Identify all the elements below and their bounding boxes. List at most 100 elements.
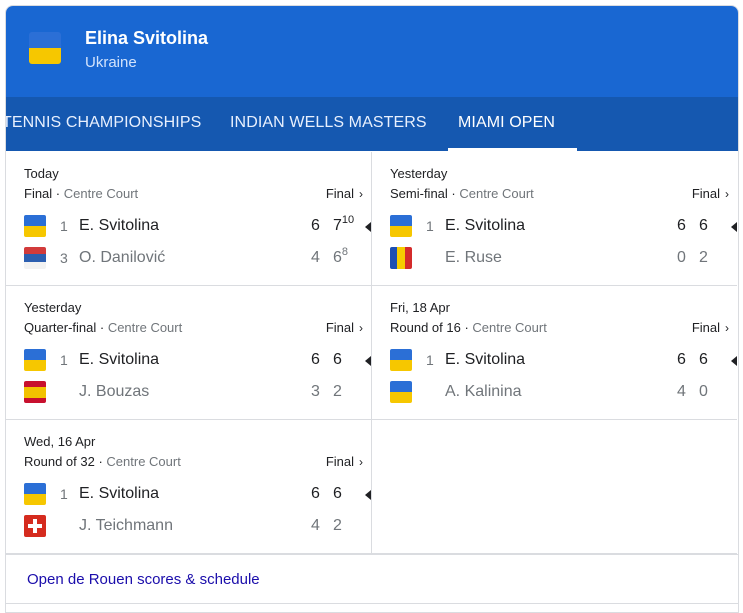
player-name: E. Svitolina	[445, 217, 526, 234]
set-score: 2	[333, 383, 342, 400]
player-name: J. Teichmann	[79, 517, 173, 534]
player-row-winner: 1 E. Svitolina 6 6	[390, 215, 737, 239]
court-label: Centre Court	[472, 320, 547, 335]
set-score: 6	[311, 217, 320, 234]
ukraine-flag-icon	[390, 215, 412, 237]
chevron-right-icon: ›	[725, 321, 729, 335]
match-round: Round of 16 · Centre Court	[390, 320, 547, 335]
match-card[interactable]: Wed, 16 Apr Round of 32 · Centre Court F…	[6, 420, 371, 554]
match-status[interactable]: Final ›	[326, 454, 363, 469]
tab-indian-wells-masters[interactable]: INDIAN WELLS MASTERS	[230, 97, 427, 151]
tab-label: INDIAN WELLS MASTERS	[230, 114, 427, 131]
court-label: Centre Court	[107, 320, 183, 335]
round-label: Round of 16	[390, 320, 461, 335]
court-label: Centre Court	[459, 186, 534, 201]
set-score: 6	[699, 217, 708, 234]
set-score: 6	[333, 351, 342, 368]
tab-label: TENNIS CHAMPIONSHIPS	[6, 114, 202, 131]
set-score: 6	[311, 351, 320, 368]
player-row-winner: 1 E. Svitolina 6 710	[24, 214, 371, 239]
set-score: 0	[677, 249, 686, 266]
player-row-winner: 1 E. Svitolina 6 6	[390, 349, 737, 373]
player-name: E. Svitolina	[79, 485, 160, 502]
switzerland-flag-icon	[24, 515, 46, 537]
match-card[interactable]: Yesterday Semi-final · Centre Court Fina…	[371, 152, 737, 286]
status-label: Final	[325, 454, 354, 469]
set-score: 68	[333, 246, 349, 267]
match-status[interactable]: Final ›	[692, 320, 729, 335]
match-round: Final · Centre Court	[24, 186, 139, 201]
set-score: 4	[311, 249, 320, 266]
status-label: Final	[325, 320, 354, 335]
player-name: J. Bouzas	[79, 383, 150, 400]
chevron-right-icon: ›	[359, 455, 363, 469]
player-card: Elina Svitolina Ukraine TENNIS CHAMPIONS…	[5, 5, 739, 613]
tiebreak-score: 10	[341, 214, 355, 226]
ukraine-flag-icon	[390, 349, 412, 371]
match-date: Fri, 18 Apr	[390, 300, 450, 315]
round-label: Semi-final	[390, 186, 448, 201]
player-name: E. Ruse	[445, 249, 502, 266]
chevron-right-icon: ›	[359, 187, 363, 201]
winner-arrow-icon	[731, 222, 737, 232]
court-label: Centre Court	[63, 186, 139, 201]
set-score: 4	[677, 383, 686, 400]
match-round: Quarter-final · Centre Court	[24, 320, 183, 335]
winner-arrow-icon	[731, 356, 737, 366]
player-row-loser: E. Ruse 0 2	[390, 247, 730, 271]
set-score: 6	[699, 351, 708, 368]
seed: 1	[426, 218, 434, 234]
match-status[interactable]: Final ›	[326, 186, 363, 201]
player-country: Ukraine	[85, 54, 137, 71]
tab-tennis-championships[interactable]: TENNIS CHAMPIONSHIPS	[6, 97, 201, 151]
match-status[interactable]: Final ›	[326, 320, 363, 335]
seed: 3	[60, 250, 68, 266]
ukraine-flag-icon	[390, 381, 412, 403]
set-score: 0	[699, 383, 708, 400]
match-card[interactable]: Yesterday Quarter-final · Centre Court F…	[6, 286, 371, 420]
set-score: 2	[699, 249, 708, 266]
court-label: Centre Court	[106, 454, 181, 469]
ukraine-flag-icon	[24, 349, 46, 371]
player-row-loser: J. Bouzas 3 2	[24, 381, 364, 405]
player-name: E. Svitolina	[445, 351, 526, 368]
player-name: E. Svitolina	[79, 351, 160, 368]
set-score: 6	[333, 485, 342, 502]
set-score: 4	[311, 517, 320, 534]
player-row-loser: A. Kalinina 4 0	[390, 381, 730, 405]
set-score: 6	[311, 485, 320, 502]
round-label: Final	[24, 186, 53, 201]
serbia-flag-icon	[24, 247, 46, 269]
round-label: Quarter-final	[24, 320, 97, 335]
player-name: E. Svitolina	[79, 217, 160, 234]
match-status[interactable]: Final ›	[692, 186, 729, 201]
match-card[interactable]: Fri, 18 Apr Round of 16 · Centre Court F…	[371, 286, 737, 420]
seed: 1	[426, 352, 434, 368]
chevron-right-icon: ›	[725, 187, 729, 201]
tab-label: MIAMI OPEN	[458, 114, 556, 131]
tab-miami-open[interactable]: MIAMI OPEN	[448, 97, 578, 151]
set-score-main: 6	[333, 249, 342, 266]
player-name: A. Kalinina	[445, 383, 522, 400]
set-score: 3	[311, 383, 320, 400]
seed: 1	[60, 486, 68, 502]
seed: 1	[60, 352, 68, 368]
match-round: Semi-final · Centre Court	[390, 186, 534, 201]
player-name: O. Danilović	[79, 249, 166, 266]
set-score: 6	[677, 351, 686, 368]
spain-flag-icon	[24, 381, 46, 403]
ukraine-flag-icon	[29, 32, 61, 64]
player-name[interactable]: Elina Svitolina	[85, 28, 208, 49]
match-date: Wed, 16 Apr	[24, 434, 96, 449]
seed: 1	[60, 218, 68, 234]
set-score: 2	[333, 517, 342, 534]
tiebreak-score: 8	[341, 246, 349, 258]
footer: Open de Rouen scores & schedule	[6, 554, 738, 604]
match-card[interactable]: Today Final · Centre Court Final › 1 E. S…	[6, 152, 371, 286]
set-score: 6	[677, 217, 686, 234]
scores-schedule-link[interactable]: Open de Rouen scores & schedule	[27, 571, 260, 588]
set-score-main: 7	[333, 217, 342, 234]
match-date: Yesterday	[24, 300, 82, 315]
empty-cell	[371, 420, 737, 554]
chevron-right-icon: ›	[359, 321, 363, 335]
